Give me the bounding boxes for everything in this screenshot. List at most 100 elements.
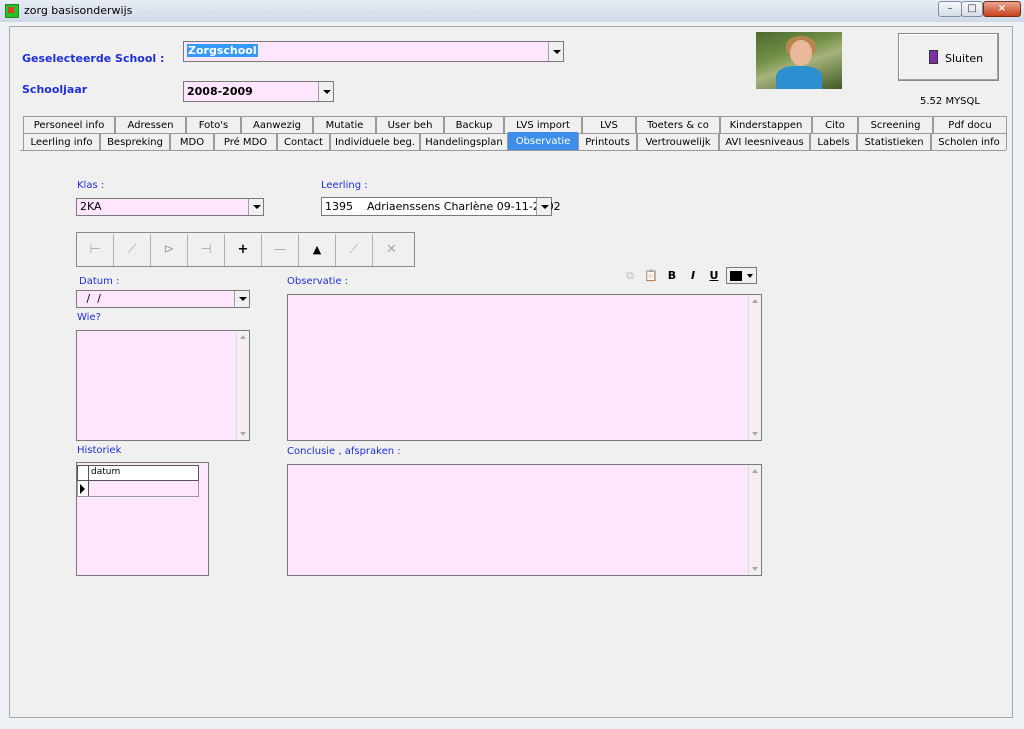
scroll-down-icon[interactable] [240,432,246,436]
klas-label: Klas : [77,180,105,191]
sluiten-button[interactable]: Sluiten [898,33,999,81]
scroll-up-icon[interactable] [752,299,758,303]
chevron-down-icon[interactable] [318,82,333,101]
wie-label: Wie? [77,312,101,323]
school-combo[interactable]: Zorgschool [183,41,564,62]
tab-handelingsplan[interactable]: Handelingsplan [420,133,508,150]
tab-bespreking[interactable]: Bespreking [100,133,170,150]
school-value-wrap: Zorgschool [187,44,258,57]
scroll-up-icon[interactable] [240,335,246,339]
tab-leerling-info[interactable]: Leerling info [23,133,100,150]
datum-combo[interactable]: / / [76,290,250,308]
school-label: Geselecteerde School : [22,52,165,65]
klas-combo[interactable]: 2KA [76,198,264,216]
tab-printouts[interactable]: Printouts [578,133,637,150]
chevron-down-icon[interactable] [536,198,551,215]
leerling-combo[interactable]: 1395 Adriaenssens Charlène 09-11-2002 [321,197,561,216]
tab-pdf-docu[interactable]: Pdf docu [933,116,1007,133]
vertical-scrollbar[interactable] [748,295,761,440]
tab-avi-leesniveaus[interactable]: AVI leesniveaus [719,133,810,150]
tab-mutatie[interactable]: Mutatie [313,116,376,133]
title-bar: zorg basisonderwijs ... ... ... ... ... … [0,0,1024,22]
tab-fotos[interactable]: Foto's [186,116,241,133]
tab-mdo[interactable]: MDO [170,133,214,150]
scroll-down-icon[interactable] [752,567,758,571]
observatie-label: Observatie : [287,276,349,287]
vertical-scrollbar[interactable] [748,465,761,575]
row-selector-icon[interactable] [78,481,89,496]
add-record-icon[interactable]: + [225,234,262,266]
ghost-menu-item: ... [262,5,274,16]
bold-button[interactable]: B [664,268,680,284]
table-row[interactable] [77,481,199,497]
leerling-value: 1395 Adriaenssens Charlène 09-11-2002 [325,200,561,213]
tab-lvs[interactable]: LVS [582,116,636,133]
copy-icon[interactable]: ⧉ [622,268,638,284]
ghost-menu-item: ... [365,5,377,16]
tab-pre-mdo[interactable]: Pré MDO [214,133,277,150]
grid-column-datum[interactable]: datum [91,467,120,477]
maximize-button[interactable]: □ [961,1,983,17]
chevron-down-icon[interactable] [248,199,263,215]
scroll-up-icon[interactable] [752,469,758,473]
tab-personeel-info[interactable]: Personeel info [23,116,115,133]
app-window: zorg basisonderwijs ... ... ... ... ... … [0,0,1024,729]
grid-header: datum [77,465,199,481]
paste-icon[interactable]: 📋 [643,268,659,284]
photo-face [790,40,812,66]
tab-individuele-beg[interactable]: Individuele beg. [330,133,420,150]
tab-user-beh[interactable]: User beh [376,116,444,133]
vertical-scrollbar[interactable] [236,331,249,440]
wie-textarea[interactable] [76,330,250,441]
leerling-label: Leerling : [321,180,368,191]
save-record-icon[interactable]: ▲ [299,234,336,266]
italic-button[interactable]: I [685,268,701,284]
tab-contact[interactable]: Contact [277,133,330,150]
tab-statistieken[interactable]: Statistieken [857,133,931,150]
next-record-icon[interactable]: ⊳ [151,234,188,266]
tab-kinderstappen[interactable]: Kinderstappen [720,116,812,133]
tab-backup[interactable]: Backup [444,116,504,133]
tab-labels[interactable]: Labels [810,133,857,150]
window-title: zorg basisonderwijs [24,4,133,17]
ghost-menu-item: ... [470,5,482,16]
edit-record-icon[interactable]: ⟋ [336,234,373,266]
cancel-record-icon[interactable]: ✕ [373,234,410,266]
conclusie-label: Conclusie , afspraken : [287,446,401,457]
window-close-button[interactable]: × [983,1,1021,17]
school-value: Zorgschool [187,44,258,57]
first-record-icon[interactable]: ⊢ [77,234,114,266]
tab-aanwezig[interactable]: Aanwezig [241,116,313,133]
sluiten-label: Sluiten [945,52,984,65]
scroll-down-icon[interactable] [752,432,758,436]
record-toolbar: ⊢ ⟋ ⊳ ⊣ + — ▲ ⟋ ✕ [76,232,415,267]
last-record-icon[interactable]: ⊣ [188,234,225,266]
observatie-textarea[interactable] [287,294,762,441]
app-icon [5,4,19,18]
minimize-button[interactable]: – [938,1,962,17]
tab-cito[interactable]: Cito [812,116,858,133]
schooljaar-label: Schooljaar [22,83,88,96]
tab-toeters-co[interactable]: Toeters & co [636,116,720,133]
tab-screening[interactable]: Screening [858,116,933,133]
klas-value: 2KA [80,200,102,213]
historiek-grid[interactable]: datum [76,462,209,576]
tab-scholen-info[interactable]: Scholen info [931,133,1007,150]
schooljaar-combo[interactable]: 2008-2009 [183,81,334,102]
tab-vertrouwelijk[interactable]: Vertrouwelijk [637,133,719,150]
tab-divider [20,150,1006,151]
delete-record-icon[interactable]: — [262,234,299,266]
ghost-menu-item: ... [305,5,317,16]
tab-lvs-import[interactable]: LVS import [504,116,582,133]
tab-observatie[interactable]: Observatie [508,132,578,151]
color-swatch [730,271,742,281]
previous-record-icon[interactable]: ⟋ [114,234,151,266]
text-color-picker[interactable] [726,267,757,284]
conclusie-textarea[interactable] [287,464,762,576]
ghost-menu-item: ... [140,5,152,16]
tab-adressen[interactable]: Adressen [115,116,186,133]
chevron-down-icon[interactable] [548,42,563,61]
chevron-down-icon[interactable] [234,291,249,307]
underline-button[interactable]: U [706,268,722,284]
exit-door-icon [929,50,938,64]
